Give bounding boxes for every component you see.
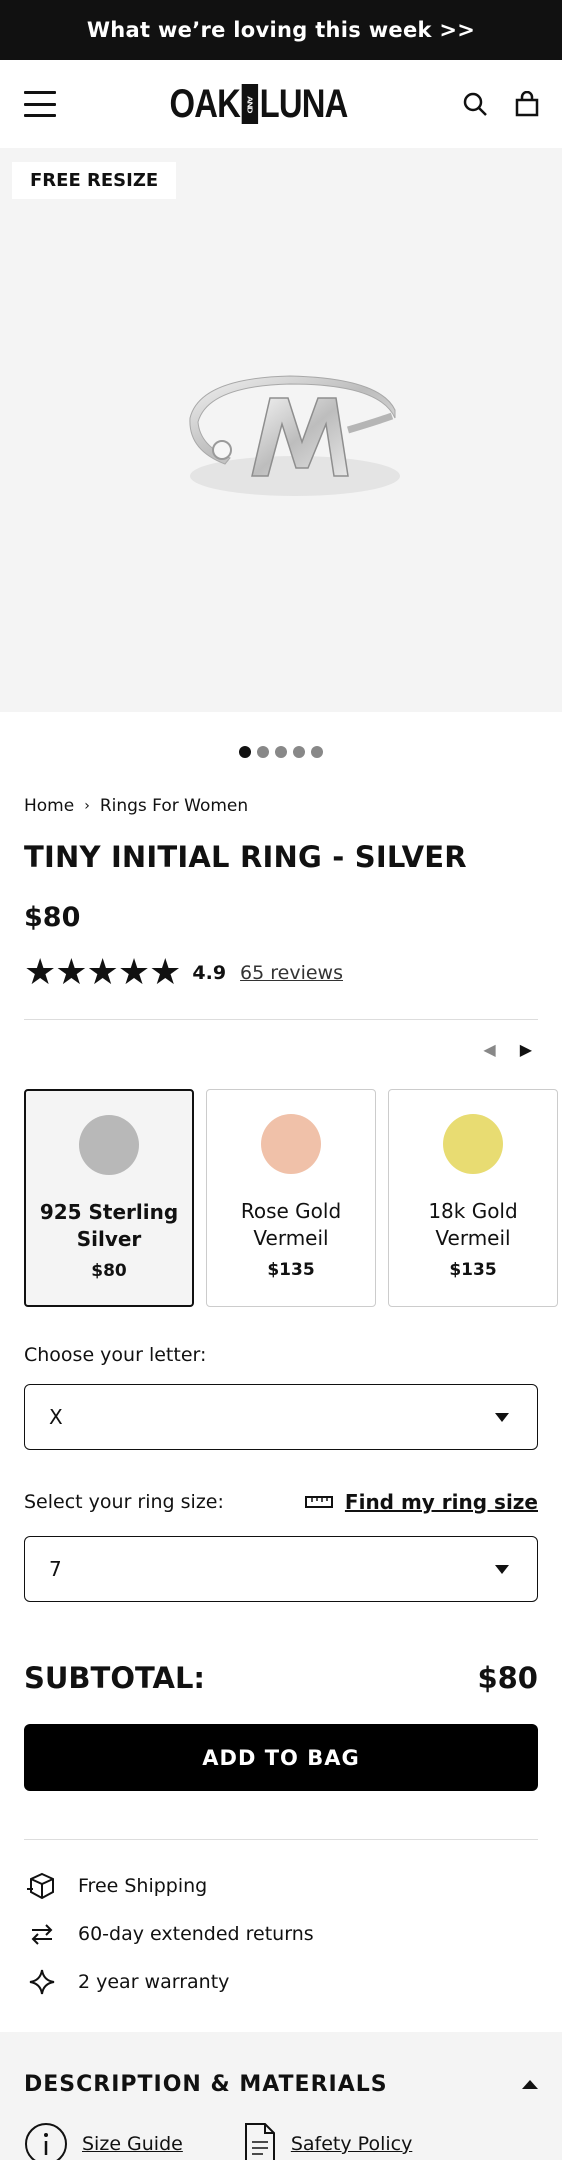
- perk-item: 60-day extended returns: [24, 1910, 314, 1958]
- carousel-prev-icon[interactable]: ◀: [483, 1040, 495, 1059]
- variant-price: $80: [91, 1261, 127, 1281]
- announcement-bar[interactable]: What we’re loving this week >>: [0, 0, 562, 60]
- site-header: OAK AND LUNA: [0, 60, 562, 148]
- shipping-box-icon: [24, 1868, 60, 1904]
- ring-size-value: 7: [49, 1557, 62, 1581]
- info-icon: [25, 2123, 67, 2160]
- perk-text: Free Shipping: [78, 1875, 208, 1897]
- gallery-pagination: [0, 746, 562, 758]
- subtotal-row: SUBTOTAL: $80: [24, 1661, 538, 1695]
- perk-text: 60-day extended returns: [78, 1923, 314, 1945]
- perk-text: 2 year warranty: [78, 1971, 230, 1993]
- variant-rose-gold[interactable]: Rose Gold Vermeil $135: [206, 1089, 376, 1307]
- logo-right: LUNA: [259, 81, 348, 126]
- product-title: TINY INITIAL RING - SILVER: [24, 840, 467, 874]
- gallery-dot[interactable]: [293, 746, 305, 758]
- variant-carousel-arrows: ◀ ▶: [483, 1040, 532, 1059]
- product-rating: ★★★★★ 4.9 65 reviews: [24, 955, 343, 991]
- perk-item: 2 year warranty: [24, 1958, 314, 2006]
- reviews-link[interactable]: 65 reviews: [240, 962, 343, 984]
- perks-list: Free Shipping 60-day extended returns 2 …: [24, 1862, 314, 2006]
- breadcrumb-home[interactable]: Home: [24, 796, 74, 816]
- breadcrumb: Home › Rings For Women: [24, 796, 248, 816]
- safety-policy-link[interactable]: Safety Policy: [243, 2122, 412, 2160]
- perk-item: Free Shipping: [24, 1862, 314, 1910]
- description-title: DESCRIPTION & MATERIALS: [24, 2072, 388, 2097]
- swatch-silver: [79, 1115, 139, 1175]
- header-actions: [460, 89, 542, 119]
- logo-middle: AND: [241, 84, 258, 124]
- rating-value: 4.9: [192, 962, 227, 984]
- ring-size-select[interactable]: 7: [24, 1536, 538, 1602]
- gallery-dot[interactable]: [275, 746, 287, 758]
- divider: [24, 1839, 538, 1840]
- letter-label: Choose your letter:: [24, 1344, 207, 1366]
- variant-name: Rose Gold Vermeil: [240, 1199, 342, 1250]
- ring-size-label: Select your ring size:: [24, 1491, 224, 1513]
- logo-left: OAK: [169, 81, 240, 126]
- shopping-bag-icon[interactable]: [512, 89, 542, 119]
- description-accordion-toggle[interactable]: DESCRIPTION & MATERIALS: [24, 2072, 538, 2097]
- carousel-next-icon[interactable]: ▶: [520, 1040, 532, 1059]
- dropdown-arrow-icon: [495, 1564, 509, 1574]
- ruler-icon: [304, 1496, 333, 1508]
- letter-value: X: [49, 1405, 63, 1429]
- variant-price: $135: [449, 1260, 497, 1280]
- safety-policy-text: Safety Policy: [290, 2133, 413, 2155]
- size-guide-text: Size Guide: [82, 2133, 183, 2155]
- description-section: DESCRIPTION & MATERIALS Size Guide Safet…: [0, 2032, 562, 2160]
- variant-18k-gold[interactable]: 18k Gold Vermeil $135: [388, 1089, 558, 1307]
- product-image-gallery[interactable]: FREE RESIZE: [0, 148, 562, 712]
- find-ring-size-text: Find my ring size: [344, 1490, 538, 1514]
- product-price: $80: [24, 902, 81, 933]
- variant-sterling-silver[interactable]: 925 Sterling Silver $80: [24, 1089, 194, 1307]
- find-ring-size-link[interactable]: Find my ring size: [304, 1490, 538, 1514]
- brand-logo[interactable]: OAK AND LUNA: [169, 81, 348, 127]
- gallery-dot[interactable]: [239, 746, 251, 758]
- collapse-arrow-icon: [522, 2080, 538, 2089]
- returns-arrows-icon: [24, 1916, 60, 1952]
- divider: [24, 1019, 538, 1020]
- add-to-bag-button[interactable]: ADD TO BAG: [24, 1724, 538, 1791]
- search-icon[interactable]: [460, 89, 490, 119]
- gallery-dot[interactable]: [257, 746, 269, 758]
- dropdown-arrow-icon: [495, 1412, 509, 1422]
- variant-name: 18k Gold Vermeil: [428, 1199, 518, 1250]
- free-resize-badge: FREE RESIZE: [12, 162, 177, 199]
- size-guide-link[interactable]: Size Guide: [24, 2122, 183, 2160]
- document-icon: [244, 2123, 275, 2160]
- subtotal-value: $80: [477, 1661, 538, 1695]
- subtotal-label: SUBTOTAL:: [24, 1661, 206, 1695]
- swatch-gold: [443, 1114, 503, 1174]
- swatch-rose-gold: [261, 1114, 321, 1174]
- breadcrumb-category[interactable]: Rings For Women: [100, 796, 248, 816]
- gallery-dot[interactable]: [311, 746, 323, 758]
- star-rating-icon: ★★★★★: [24, 952, 181, 993]
- variant-name: 925 Sterling Silver: [39, 1200, 179, 1251]
- ring-product-image: [189, 375, 400, 496]
- chevron-right-icon: ›: [84, 798, 90, 814]
- description-links: Size Guide Safety Policy: [24, 2122, 412, 2160]
- variant-price: $135: [267, 1260, 315, 1280]
- metal-variant-selector: 925 Sterling Silver $80 Rose Gold Vermei…: [24, 1089, 558, 1307]
- letter-select[interactable]: X: [24, 1384, 538, 1450]
- menu-icon[interactable]: [24, 91, 56, 117]
- sparkle-icon: [24, 1964, 60, 2000]
